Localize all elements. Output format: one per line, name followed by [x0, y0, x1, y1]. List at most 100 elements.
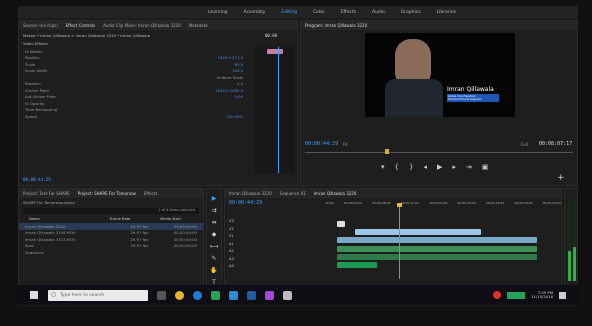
play-icon[interactable]: ▶ [437, 163, 442, 171]
col-frame-rate[interactable]: Frame Rate [110, 217, 131, 221]
resolution-dropdown[interactable]: Full [521, 142, 528, 147]
clip-a3[interactable] [337, 262, 377, 268]
tools-panel: ▶ ⇉ ⇹ ◆ ⟷ ✎ ✋ T [206, 188, 222, 291]
track-v3[interactable]: V3 [229, 219, 234, 223]
tab-effect-controls[interactable]: Effect Controls [66, 23, 95, 28]
keyframe-area[interactable] [255, 47, 295, 173]
col-media-start[interactable]: Media Start [160, 217, 181, 221]
list-item[interactable]: Sequence [19, 249, 203, 256]
word-icon[interactable] [247, 290, 256, 300]
fit-dropdown[interactable]: Fit [343, 142, 348, 147]
search-input[interactable]: ○ Type here to search [48, 289, 148, 301]
project-headers: Name Frame Rate Media Start [19, 215, 203, 223]
track-a2[interactable]: A2 [229, 249, 234, 253]
clip-bar [267, 49, 283, 54]
tab-seq-imran-2[interactable]: Imran Qillawala 3220 [314, 191, 357, 196]
project-panel: Project: Text For SHARE Project: SHARE F… [18, 188, 204, 291]
ws-editing[interactable]: Editing [281, 10, 297, 15]
ws-color[interactable]: Color [313, 10, 325, 15]
track-v1[interactable]: V1 [229, 234, 234, 238]
tab-metadata[interactable]: Metadata [189, 23, 208, 28]
step-back-icon[interactable]: { [395, 163, 399, 171]
program-title[interactable]: Program: Imran Qillawala 3220 [305, 23, 367, 28]
program-duration: 00:08:07:17 [539, 141, 573, 147]
keyframe-timecode: 00:00 [265, 33, 278, 38]
clip-v2[interactable] [355, 229, 481, 235]
task-view-icon[interactable] [157, 290, 166, 300]
clip-a1[interactable] [337, 246, 537, 252]
prev-frame-icon[interactable]: ◂ [423, 163, 427, 171]
ws-audio[interactable]: Audio [372, 10, 385, 15]
speaker-suit [385, 79, 443, 117]
notifications-icon[interactable] [559, 291, 566, 299]
tab-source[interactable]: Source: (no clips) [23, 23, 58, 28]
selection-tool-icon[interactable]: ▶ [212, 195, 217, 202]
notes-icon[interactable] [283, 290, 292, 300]
tab-project-share[interactable]: Project: SHARE For Tomorrow [78, 191, 136, 196]
tab-effects[interactable]: Effects [144, 191, 158, 196]
track-a3[interactable]: A3 [229, 257, 234, 261]
tab-seq-01[interactable]: Sequence 01 [280, 191, 306, 196]
export-frame-icon[interactable]: ▣ [482, 163, 489, 171]
tab-seq-imran[interactable]: Imran Qillawala 3220 [229, 191, 272, 196]
edge-icon[interactable] [193, 290, 202, 300]
effect-rows: fx Motion Position 1920.0 571.0 Scale 93.0… [19, 48, 249, 120]
slip-icon[interactable]: ⟷ [210, 243, 219, 250]
effect-timecode[interactable]: 00:00:44:29 [23, 177, 51, 182]
program-timecode[interactable]: 00:00:44:29 [305, 141, 338, 147]
project-search-input[interactable]: 1 of 4 items selected [23, 208, 199, 214]
pen-icon[interactable]: ✎ [211, 255, 216, 262]
insert-icon[interactable]: ⇥ [466, 163, 472, 171]
ws-effects[interactable]: Effects [341, 10, 356, 15]
chrome-icon[interactable] [175, 290, 184, 300]
files-icon[interactable] [211, 290, 220, 300]
battery-icon[interactable] [507, 291, 526, 299]
clip-v1[interactable] [337, 237, 537, 243]
col-name[interactable]: Name [29, 217, 40, 221]
clock[interactable]: 7:55 PM 11/15/2018 [531, 290, 553, 300]
clip-a2[interactable] [337, 254, 537, 260]
hand-icon[interactable]: ✋ [210, 267, 217, 274]
playhead-line[interactable] [278, 47, 279, 173]
premiere-icon[interactable] [265, 290, 274, 300]
track-a1[interactable]: A1 [229, 242, 234, 246]
time-ruler[interactable]: 00;00 00;00;04;00 00;00;08;00 00;00;12;00 00… [325, 201, 561, 205]
ws-learning[interactable]: Learning [208, 10, 228, 15]
selection-count: 1 of 4 items selected [158, 208, 195, 212]
effect-controls-tabs: Source: (no clips) Effect Controls Audio… [19, 21, 297, 30]
monitor-screen: Learning Assembly Editing Color Effects … [18, 6, 578, 306]
record-icon[interactable] [493, 291, 502, 299]
tab-audio-mixer[interactable]: Audio Clip Mixer: Imran Qillawala 3220 [103, 23, 181, 28]
track-a4[interactable]: A4 [229, 264, 234, 268]
project-file: SHARE For Tomorrow.prproj [23, 200, 75, 205]
timeline-timecode[interactable]: 00:00:44:29 [229, 200, 262, 206]
effect-row[interactable]: Speed 100.00% [19, 113, 249, 120]
mark-in-icon[interactable]: ▾ [381, 163, 385, 171]
track-v2[interactable]: V2 [229, 227, 234, 231]
program-playhead[interactable] [385, 149, 389, 154]
tab-project-text[interactable]: Project: Text For SHARE [23, 191, 70, 196]
track-select-icon[interactable]: ⇉ [211, 207, 216, 214]
workspace-bar: Learning Assembly Editing Color Effects … [18, 6, 578, 18]
ripple-edit-icon[interactable]: ⇹ [211, 219, 216, 226]
ws-assembly[interactable]: Assembly [244, 10, 266, 15]
ws-libraries[interactable]: Libraries [437, 10, 456, 15]
razor-icon[interactable]: ◆ [212, 231, 217, 238]
windows-start-icon[interactable] [30, 291, 38, 299]
project-tabs: Project: Text For SHARE Project: SHARE F… [19, 189, 203, 198]
uniform-scale-checkbox[interactable]: Uniform Scale [216, 75, 243, 80]
taskbar: ○ Type here to search 7:55 PM 11/15/2018 [18, 285, 578, 305]
timeline-playhead[interactable] [399, 207, 400, 279]
photoshop-icon[interactable] [229, 290, 238, 300]
clip-path: Master * Imran Qillawala > Imran Qillawa… [23, 33, 150, 38]
audio-meters [564, 188, 578, 291]
ws-graphics[interactable]: Graphics [401, 10, 421, 15]
scrub-bar[interactable] [305, 152, 573, 153]
clip-title[interactable] [337, 221, 345, 227]
work-area-marker[interactable] [397, 203, 402, 207]
go-in-icon[interactable]: } [409, 163, 413, 171]
add-button-icon[interactable]: + [557, 173, 565, 183]
photo-frame: Learning Assembly Editing Color Effects … [0, 0, 592, 326]
track-headers: V3 V2 V1 A1 A2 A3 A4 [229, 219, 234, 268]
next-frame-icon[interactable]: ▸ [452, 163, 456, 171]
